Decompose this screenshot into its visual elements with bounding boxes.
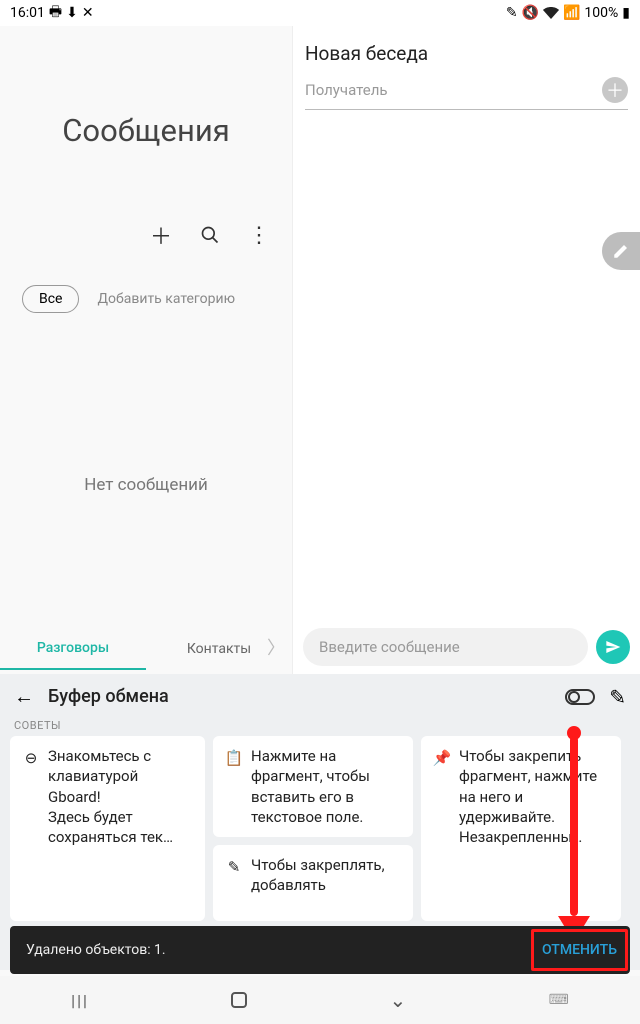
- tip-text: Знакомьтесь с клавиатурой Gboard! Здесь …: [48, 746, 193, 911]
- recipient-field[interactable]: Получатель ＋: [305, 77, 628, 110]
- undo-button[interactable]: ОТМЕНИТЬ: [531, 929, 628, 971]
- tip-card[interactable]: 📌 Чтобы закрепить фрагмент, нажмите на н…: [421, 736, 621, 921]
- clock: 16:01: [10, 5, 45, 21]
- back-icon[interactable]: ←: [14, 684, 34, 709]
- snackbar: Удалено объектов: 1. ОТМЕНИТЬ: [10, 926, 630, 974]
- compose-fab[interactable]: [602, 232, 640, 270]
- chip-add-category[interactable]: Добавить категорию: [97, 291, 235, 307]
- edit-icon[interactable]: ✎: [609, 685, 626, 709]
- snackbar-text: Удалено объектов: 1.: [26, 942, 166, 958]
- wifi-icon: [543, 7, 559, 19]
- message-input[interactable]: Введите сообщение: [303, 628, 588, 666]
- cross-icon: ✕: [82, 5, 94, 21]
- chip-all[interactable]: Все: [22, 285, 79, 313]
- tip-card[interactable]: 📋 Нажмите на фрагмент, чтобы вставить ег…: [213, 736, 413, 837]
- messages-pane: Сообщения ＋ ⋮ Все Добавить категорию Нет…: [0, 26, 293, 674]
- recipient-placeholder: Получатель: [305, 81, 602, 99]
- status-bar: 16:01 🖶 ⬇ ✕ ✎ 🔇 📶 100% ▮: [0, 0, 640, 26]
- clipboard-icon: 📋: [225, 746, 243, 827]
- empty-state: Нет сообщений: [0, 475, 292, 495]
- pin-icon: 📌: [433, 746, 451, 911]
- printer-icon: 🖶: [49, 1, 62, 25]
- tip-text: Чтобы закрепить фрагмент, нажмите на нег…: [459, 746, 609, 911]
- conversation-title: Новая беседа: [293, 26, 640, 77]
- toggle-switch[interactable]: [565, 689, 595, 705]
- add-icon[interactable]: ＋: [150, 219, 172, 251]
- page-title: Сообщения: [0, 112, 292, 149]
- more-icon[interactable]: ⋮: [248, 223, 270, 248]
- download-icon: ⬇: [66, 5, 78, 21]
- back-nav-icon[interactable]: ⌄: [390, 988, 407, 1012]
- mute-icon: 🔇: [522, 5, 539, 21]
- pen-status-icon: ✎: [506, 5, 518, 21]
- add-recipient-icon[interactable]: ＋: [602, 77, 628, 103]
- chevron-right-icon[interactable]: 〉: [267, 634, 285, 660]
- pencil-icon: ✎: [225, 855, 243, 911]
- tip-card[interactable]: ✎ Чтобы закреплять, добавлять: [213, 845, 413, 921]
- system-navbar: ||| ⌄ ⌨: [0, 976, 640, 1024]
- battery-icon: ▮: [622, 5, 630, 21]
- signal-icon: 📶: [563, 5, 580, 21]
- home-icon[interactable]: [231, 992, 247, 1008]
- tip-text: Нажмите на фрагмент, чтобы вставить его …: [251, 746, 401, 827]
- tip-text: Чтобы закреплять, добавлять: [251, 855, 401, 911]
- link-icon: ⊖: [22, 746, 40, 911]
- conversation-pane: Новая беседа Получатель ＋ 〉 Введите сооб…: [293, 26, 640, 674]
- clipboard-title: Буфер обмена: [48, 686, 551, 707]
- battery-text: 100%: [584, 5, 618, 21]
- search-icon[interactable]: [200, 225, 220, 245]
- tip-card[interactable]: ⊖ Знакомьтесь с клавиатурой Gboard! Здес…: [10, 736, 205, 921]
- tips-label: СОВЕТЫ: [0, 715, 640, 736]
- tab-conversations[interactable]: Разговоры: [0, 628, 146, 670]
- recents-icon[interactable]: |||: [71, 991, 89, 1010]
- keyboard-icon[interactable]: ⌨: [549, 992, 569, 1008]
- send-button[interactable]: [596, 630, 630, 664]
